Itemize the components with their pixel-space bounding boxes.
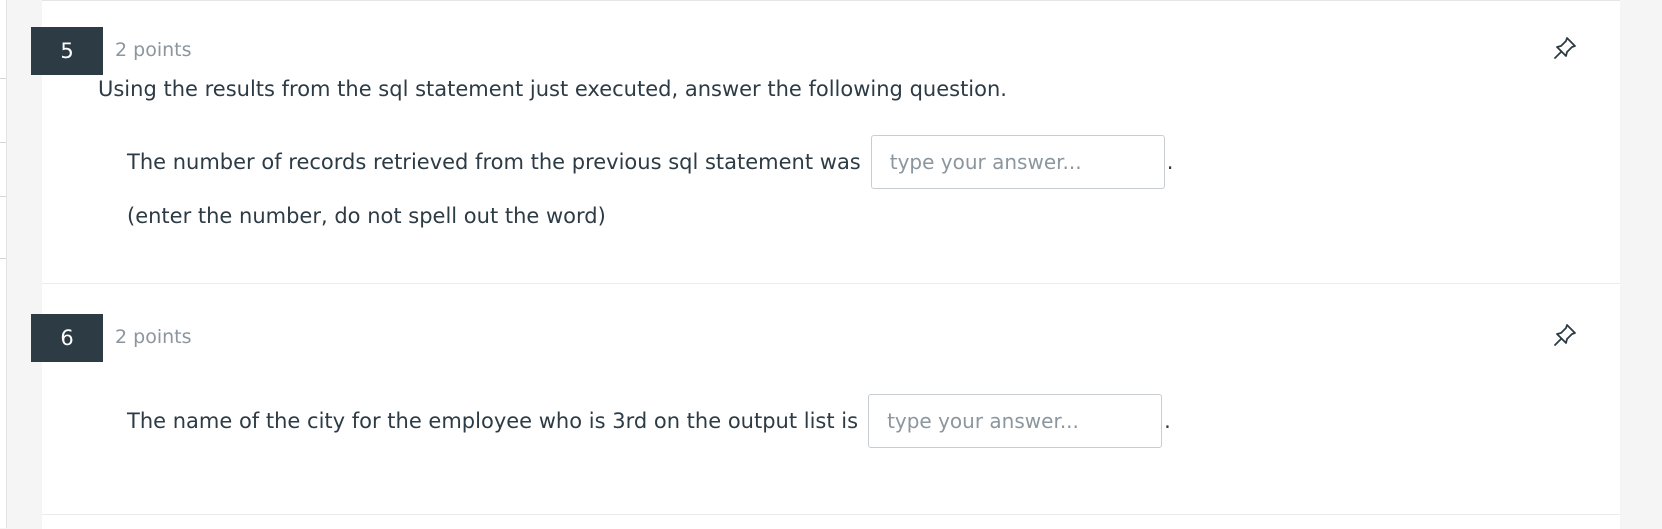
answer-note: (enter the number, do not spell out the … <box>127 204 606 228</box>
rail-divider <box>0 258 6 259</box>
question-prompt: Using the results from the sql statement… <box>98 77 1007 101</box>
quiz-questions-panel: 5 2 points Using the results from the sq… <box>31 0 1620 529</box>
rail-divider <box>0 78 6 79</box>
pin-icon[interactable] <box>1552 322 1578 348</box>
answer-input[interactable] <box>868 394 1163 448</box>
sentence-suffix: . <box>1166 150 1174 174</box>
sentence-suffix: . <box>1164 409 1171 433</box>
left-rail <box>0 0 7 528</box>
question-number-badge: 5 <box>31 27 103 75</box>
question-points: 2 points <box>115 326 192 348</box>
rail-divider <box>0 196 6 197</box>
sentence-prefix: The number of records retrieved from the… <box>127 150 861 174</box>
pin-icon[interactable] <box>1552 35 1578 61</box>
answer-input[interactable] <box>870 135 1165 189</box>
answer-sentence: The name of the city for the employee wh… <box>127 394 1171 448</box>
question-6: 6 2 points The name of the city for the … <box>31 284 1620 515</box>
question-number-badge: 6 <box>31 314 103 362</box>
sentence-prefix: The name of the city for the employee wh… <box>127 409 859 433</box>
question-points: 2 points <box>115 39 192 61</box>
rail-divider <box>0 142 6 143</box>
answer-sentence: The number of records retrieved from the… <box>127 135 1173 189</box>
question-5: 5 2 points Using the results from the sq… <box>31 1 1620 284</box>
